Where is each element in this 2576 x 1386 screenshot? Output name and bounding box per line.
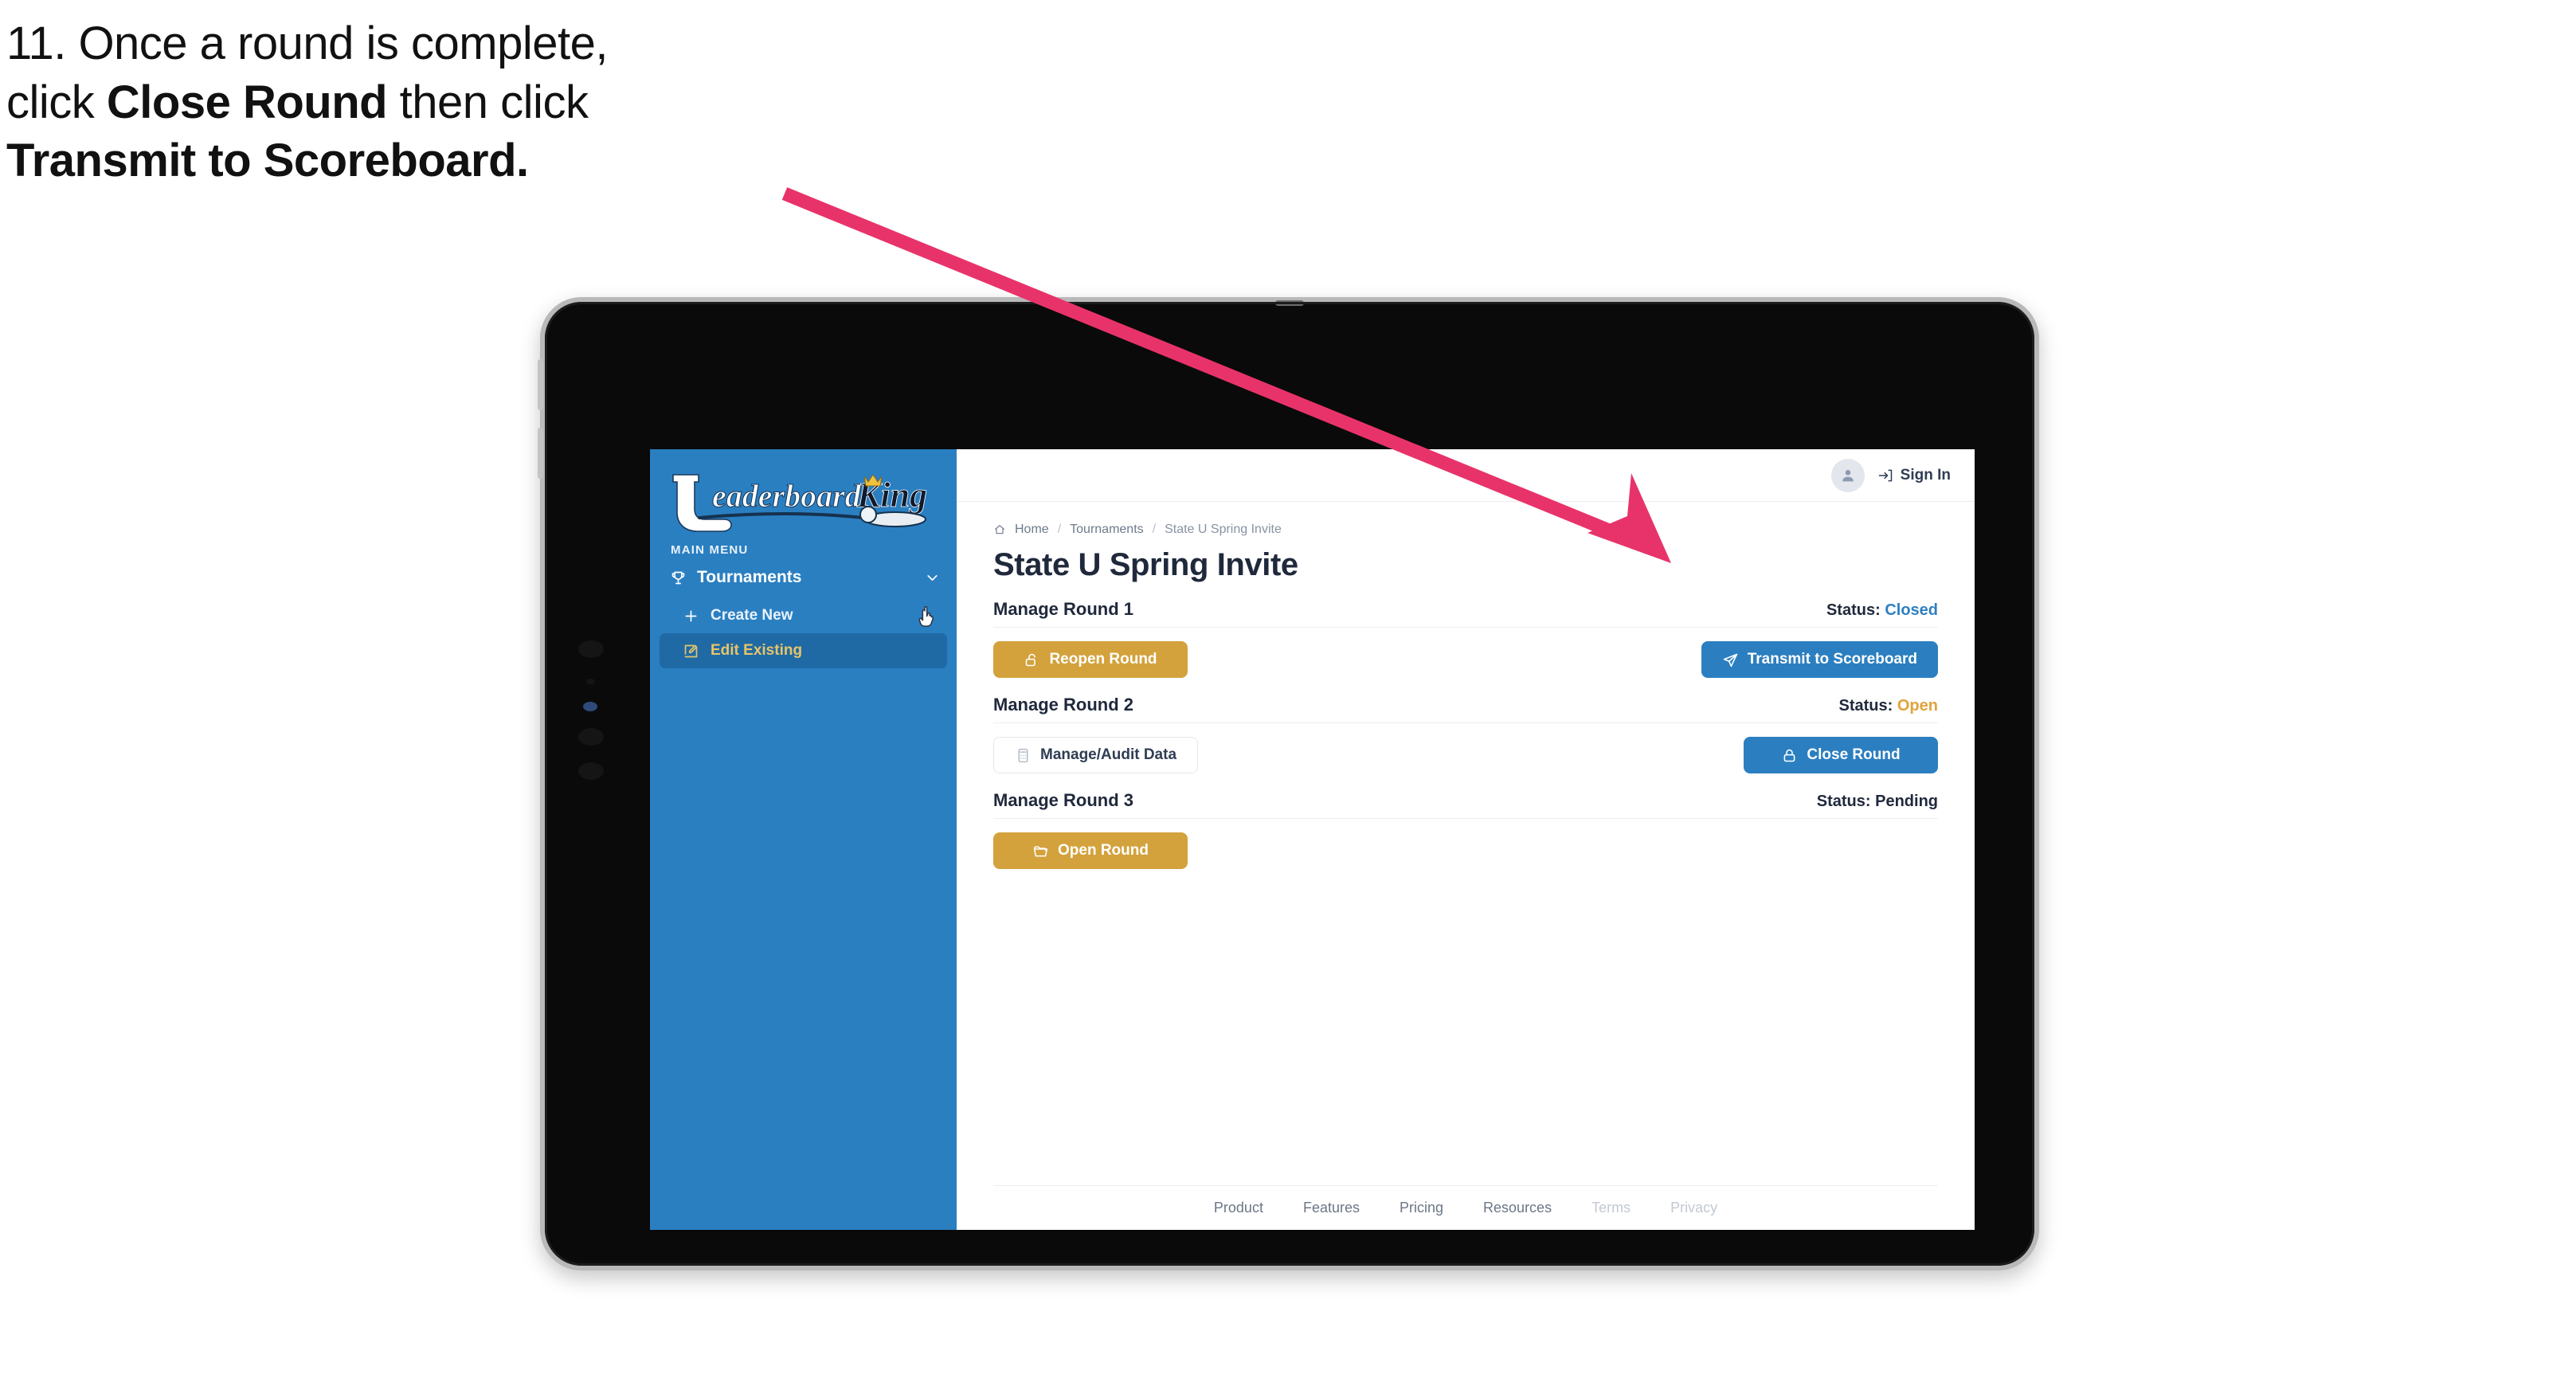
sidebar-item-edit-existing-label: Edit Existing [711,642,803,659]
round-header-1: Manage Round 1 Status: Closed [993,599,1938,628]
status-value-3: Pending [1875,793,1938,810]
breadcrumb-item-current: State U Spring Invite [1165,523,1282,536]
close-round-button[interactable]: Close Round [1744,737,1938,773]
status-value-2: Open [1897,697,1938,715]
sign-in-button[interactable]: Sign In [1877,467,1951,484]
breadcrumb-item-tournaments[interactable]: Tournaments [1070,523,1144,537]
footer-link-privacy[interactable]: Privacy [1670,1200,1717,1216]
golf-club-logo: eaderboard King [672,474,927,532]
status-badge-2: Status: Open [1839,697,1938,715]
round-actions-2: Manage/Audit Data Close Round [993,723,1938,774]
reopen-round-label: Reopen Round [1049,651,1157,668]
sidebar-item-create-new-label: Create New [711,607,793,624]
manage-audit-data-button[interactable]: Manage/Audit Data [993,737,1199,773]
sidebar-item-tournaments[interactable]: Tournaments [650,557,957,598]
unlock-icon [1026,653,1036,666]
content-area: Home / Tournaments / State U Spring Invi… [957,502,1975,1185]
round-section-3: Manage Round 3 Status: Pending Open Roun… [993,790,1938,870]
round-header-3: Manage Round 3 Status: Pending [993,790,1938,819]
tablet-side-dot-3 [583,702,597,711]
page-title: State U Spring Invite [993,547,1298,582]
footer-link-terms[interactable]: Terms [1591,1200,1631,1216]
footer-link-product[interactable]: Product [1214,1200,1263,1216]
sidebar-item-tournaments-label: Tournaments [697,568,802,586]
reopen-round-button[interactable]: Reopen Round [993,641,1188,678]
edit-square-icon [682,642,699,660]
footer: Product Features Pricing Resources Terms… [993,1185,1938,1230]
main-panel: Sign In Home / Tournaments / State U Spr… [957,449,1975,1230]
avatar[interactable] [1830,458,1865,492]
tablet-speaker [1275,300,1304,306]
round-name-2: Manage Round 2 [993,695,1134,715]
round-header-2: Manage Round 2 Status: Open [993,695,1938,723]
send-plane-icon [1723,653,1737,667]
user-avatar-icon [1842,469,1854,481]
round-name-1: Manage Round 1 [993,599,1134,619]
top-bar: Sign In [957,449,1975,502]
round-section-2: Manage Round 2 Status: Open Manage/Audit… [993,695,1938,774]
close-round-label: Close Round [1807,746,1901,763]
breadcrumb-item-home[interactable]: Home [1015,523,1049,537]
manage-audit-data-label: Manage/Audit Data [1040,746,1177,763]
instruction-caption: 11. Once a round is complete, click Clos… [6,14,851,190]
mouse-pointer-hand-cursor [918,606,934,627]
calculator-icon [1018,748,1028,762]
sign-in-arrow-icon [1878,469,1892,481]
status-value-1: Closed [1885,601,1938,619]
open-round-button[interactable]: Open Round [993,832,1188,869]
status-badge-1: Status: Closed [1826,601,1938,620]
lock-icon [1783,749,1795,762]
footer-link-resources[interactable]: Resources [1483,1200,1552,1216]
tablet-side-dot-1 [578,640,604,658]
sign-in-label: Sign In [1900,466,1951,484]
tablet-side-dot-5 [578,762,604,780]
breadcrumb-separator-2: / [1152,523,1157,536]
round-section-1: Manage Round 1 Status: Closed Reopen Rou… [993,599,1938,679]
breadcrumb-separator-1: / [1057,523,1062,536]
tablet-volume-up-button[interactable] [538,359,543,410]
transmit-to-scoreboard-button[interactable]: Transmit to Scoreboard [1701,641,1938,678]
sidebar-item-create-new[interactable]: Create New [660,598,947,633]
round-actions-3: Open Round [993,819,1938,870]
status-label-3: Status: [1816,793,1871,810]
tablet-volume-down-button[interactable] [538,428,543,479]
sidebar-item-edit-existing[interactable]: Edit Existing [660,633,947,668]
trophy-icon [669,569,687,586]
plus-icon [682,607,699,624]
sidebar: eaderboard King MAIN MENU Tournaments Cr… [650,449,957,1230]
open-round-label: Open Round [1058,842,1149,859]
transmit-to-scoreboard-label: Transmit to Scoreboard [1747,651,1917,668]
caption-line-2-pre: click [6,76,107,128]
round-name-3: Manage Round 3 [993,790,1134,810]
app-logo[interactable]: eaderboard King [650,449,957,532]
svg-text:eaderboard: eaderboard [712,478,862,514]
round-actions-1: Reopen Round Transmit to Scoreboard [993,628,1938,679]
caption-line-2: click Close Round then click [6,73,851,132]
footer-link-pricing[interactable]: Pricing [1400,1200,1443,1216]
status-label-2: Status: [1838,697,1893,715]
home-icon [995,525,1004,534]
chevron-down-icon[interactable] [923,569,941,586]
caption-line-1: 11. Once a round is complete, [6,18,608,69]
caption-line-2-bold: Close Round [106,76,388,128]
status-badge-3: Status: Pending [1817,793,1938,811]
footer-link-features[interactable]: Features [1303,1200,1360,1216]
sidebar-section-label: MAIN MENU [671,543,749,557]
tablet-device-frame: eaderboard King MAIN MENU Tournaments Cr… [538,297,2039,1270]
tablet-side-dot-2 [586,679,595,684]
status-label-1: Status: [1826,601,1881,619]
app-viewport: eaderboard King MAIN MENU Tournaments Cr… [650,449,1975,1230]
breadcrumb: Home / Tournaments / State U Spring Invi… [993,523,1938,537]
tablet-side-dot-4 [578,728,604,746]
folder-open-icon [1033,845,1048,856]
caption-line-2-post: then click [387,76,589,128]
caption-line-3: Transmit to Scoreboard. [6,135,529,187]
